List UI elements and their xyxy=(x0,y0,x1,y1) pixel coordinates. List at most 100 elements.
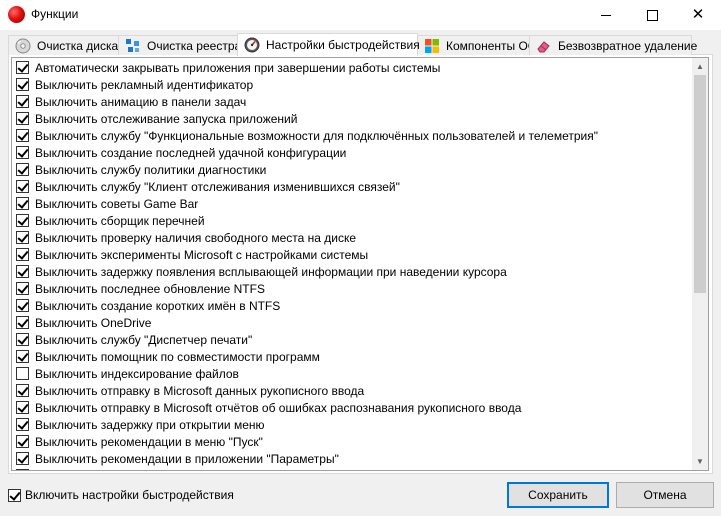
item-checkbox[interactable] xyxy=(16,112,29,125)
vertical-scrollbar[interactable]: ▲ ▼ xyxy=(692,58,708,470)
list-item[interactable]: Выключить задержку при открытии меню xyxy=(12,416,693,433)
eraser-icon xyxy=(537,40,550,52)
item-label: Выключить службу "Клиент отслеживания из… xyxy=(35,179,400,194)
list-item[interactable]: Выключить отправку в Microsoft данных ру… xyxy=(12,382,693,399)
speedometer-icon xyxy=(244,37,260,53)
item-label: Выключить последнее обновление NTFS xyxy=(35,281,265,296)
item-checkbox[interactable] xyxy=(16,401,29,414)
list-item[interactable]: Выключить службу "Клиент отслеживания из… xyxy=(12,178,693,195)
close-button[interactable]: ✕ xyxy=(675,0,721,30)
item-label: Выключить создание коротких имён в NTFS xyxy=(35,298,281,313)
item-checkbox[interactable] xyxy=(16,214,29,227)
item-checkbox[interactable] xyxy=(16,146,29,159)
list-item[interactable]: Выключить задержку появления всплывающей… xyxy=(12,263,693,280)
item-checkbox[interactable] xyxy=(16,231,29,244)
maximize-button[interactable] xyxy=(629,0,675,30)
list-item[interactable]: Выключить помощник по совместимости прог… xyxy=(12,348,693,365)
save-button[interactable]: Сохранить xyxy=(507,482,609,508)
list-item[interactable]: Выключить советы Game Bar xyxy=(12,195,693,212)
performance-settings-list: Автоматически закрывать приложения при з… xyxy=(11,57,709,471)
item-checkbox[interactable] xyxy=(16,316,29,329)
item-label: Выключить отправку в Microsoft отчётов о… xyxy=(35,400,522,415)
tab-label: Очистка диска xyxy=(37,38,119,53)
list-item[interactable]: Выключить службу "Диспетчер печати" xyxy=(12,331,693,348)
item-label: Выключить создание последней удачной кон… xyxy=(35,145,347,160)
list-item[interactable]: Выключить рекламный идентификатор xyxy=(12,76,693,93)
item-checkbox[interactable] xyxy=(16,95,29,108)
scrollbar-thumb[interactable] xyxy=(694,75,706,293)
app-icon xyxy=(8,6,25,23)
tab-disk-cleanup[interactable]: Очистка диска xyxy=(8,35,119,55)
list-item[interactable]: Выключить последнее обновление NTFS xyxy=(12,280,693,297)
list-item[interactable]: Выключить создание коротких имён в NTFS xyxy=(12,297,693,314)
list-item[interactable] xyxy=(12,467,693,470)
item-checkbox[interactable] xyxy=(16,265,29,278)
item-checkbox[interactable] xyxy=(16,367,29,380)
list-item[interactable]: Выключить эксперименты Microsoft с настр… xyxy=(12,246,693,263)
close-icon: ✕ xyxy=(691,6,705,23)
list-item[interactable]: Выключить рекомендации в приложении "Пар… xyxy=(12,450,693,467)
item-label: Автоматически закрывать приложения при з… xyxy=(35,60,441,75)
item-checkbox[interactable] xyxy=(16,418,29,431)
tab-os-components[interactable]: Компоненты ОС xyxy=(417,35,536,55)
tab-registry-cleanup[interactable]: Очистка реестра xyxy=(118,35,241,55)
list-item[interactable]: Выключить отслеживание запуска приложени… xyxy=(12,110,693,127)
tab-strip: Очистка диска Очистка реестра Настройки … xyxy=(8,33,713,56)
item-label: Выключить отслеживание запуска приложени… xyxy=(35,111,298,126)
scroll-up-arrow-icon[interactable]: ▲ xyxy=(692,58,708,75)
list-item[interactable]: Выключить OneDrive xyxy=(12,314,693,331)
tab-label: Настройки быстродействия xyxy=(266,38,420,52)
item-checkbox[interactable] xyxy=(16,248,29,261)
item-label: Выключить рекламный идентификатор xyxy=(35,77,254,92)
registry-cleanup-icon xyxy=(126,38,139,52)
item-label: Выключить рекомендации в приложении "Пар… xyxy=(35,451,339,466)
tab-performance-settings[interactable]: Настройки быстродействия xyxy=(237,33,420,56)
enable-performance-settings[interactable]: Включить настройки быстродействия xyxy=(8,488,234,502)
item-checkbox[interactable] xyxy=(16,163,29,176)
item-label: Выключить рекомендации в меню "Пуск" xyxy=(35,434,263,449)
list-item[interactable]: Выключить сборщик перечней xyxy=(12,212,693,229)
enable-performance-label: Включить настройки быстродействия xyxy=(25,488,234,502)
item-label: Выключить задержку появления всплывающей… xyxy=(35,264,507,279)
item-checkbox[interactable] xyxy=(16,435,29,448)
item-checkbox[interactable] xyxy=(16,452,29,465)
list-item[interactable]: Выключить анимацию в панели задач xyxy=(12,93,693,110)
scroll-down-arrow-icon[interactable]: ▼ xyxy=(692,453,708,470)
item-checkbox[interactable] xyxy=(16,469,29,470)
item-label: Выключить анимацию в панели задач xyxy=(35,94,247,109)
item-label: Выключить индексирование файлов xyxy=(35,366,239,381)
list-item[interactable]: Выключить создание последней удачной кон… xyxy=(12,144,693,161)
minimize-button[interactable] xyxy=(583,0,629,30)
item-checkbox[interactable] xyxy=(16,299,29,312)
list-item[interactable]: Выключить службу политики диагностики xyxy=(12,161,693,178)
item-checkbox[interactable] xyxy=(16,350,29,363)
disk-cleanup-icon xyxy=(15,38,31,53)
title-bar: Функции ✕ xyxy=(0,0,721,30)
cancel-button[interactable]: Отмена xyxy=(616,482,714,508)
list-item[interactable]: Выключить рекомендации в меню "Пуск" xyxy=(12,433,693,450)
tab-secure-delete[interactable]: Безвозвратное удаление xyxy=(529,35,697,55)
list-item[interactable]: Выключить индексирование файлов xyxy=(12,365,693,382)
maximize-icon xyxy=(646,9,658,21)
list-item[interactable]: Автоматически закрывать приложения при з… xyxy=(12,59,693,76)
item-checkbox[interactable] xyxy=(16,333,29,346)
item-label: Выключить эксперименты Microsoft с настр… xyxy=(35,247,369,262)
list-item[interactable]: Выключить отправку в Microsoft отчётов о… xyxy=(12,399,693,416)
item-checkbox[interactable] xyxy=(16,61,29,74)
minimize-icon xyxy=(601,14,611,16)
item-checkbox[interactable] xyxy=(16,180,29,193)
list-item[interactable]: Выключить службу "Функциональные возможн… xyxy=(12,127,693,144)
item-label: Выключить OneDrive xyxy=(35,315,152,330)
item-checkbox[interactable] xyxy=(16,282,29,295)
window-title: Функции xyxy=(31,7,79,21)
tab-label: Компоненты ОС xyxy=(446,38,537,53)
item-checkbox[interactable] xyxy=(16,197,29,210)
item-label: Выключить сборщик перечней xyxy=(35,213,205,228)
item-checkbox[interactable] xyxy=(16,129,29,142)
item-checkbox[interactable] xyxy=(16,78,29,91)
list-item[interactable]: Выключить проверку наличия свободного ме… xyxy=(12,229,693,246)
tab-label: Безвозвратное удаление xyxy=(558,38,698,53)
enable-performance-checkbox[interactable] xyxy=(8,488,21,502)
item-checkbox[interactable] xyxy=(16,384,29,397)
item-label: Выключить службу "Функциональные возможн… xyxy=(35,128,599,143)
